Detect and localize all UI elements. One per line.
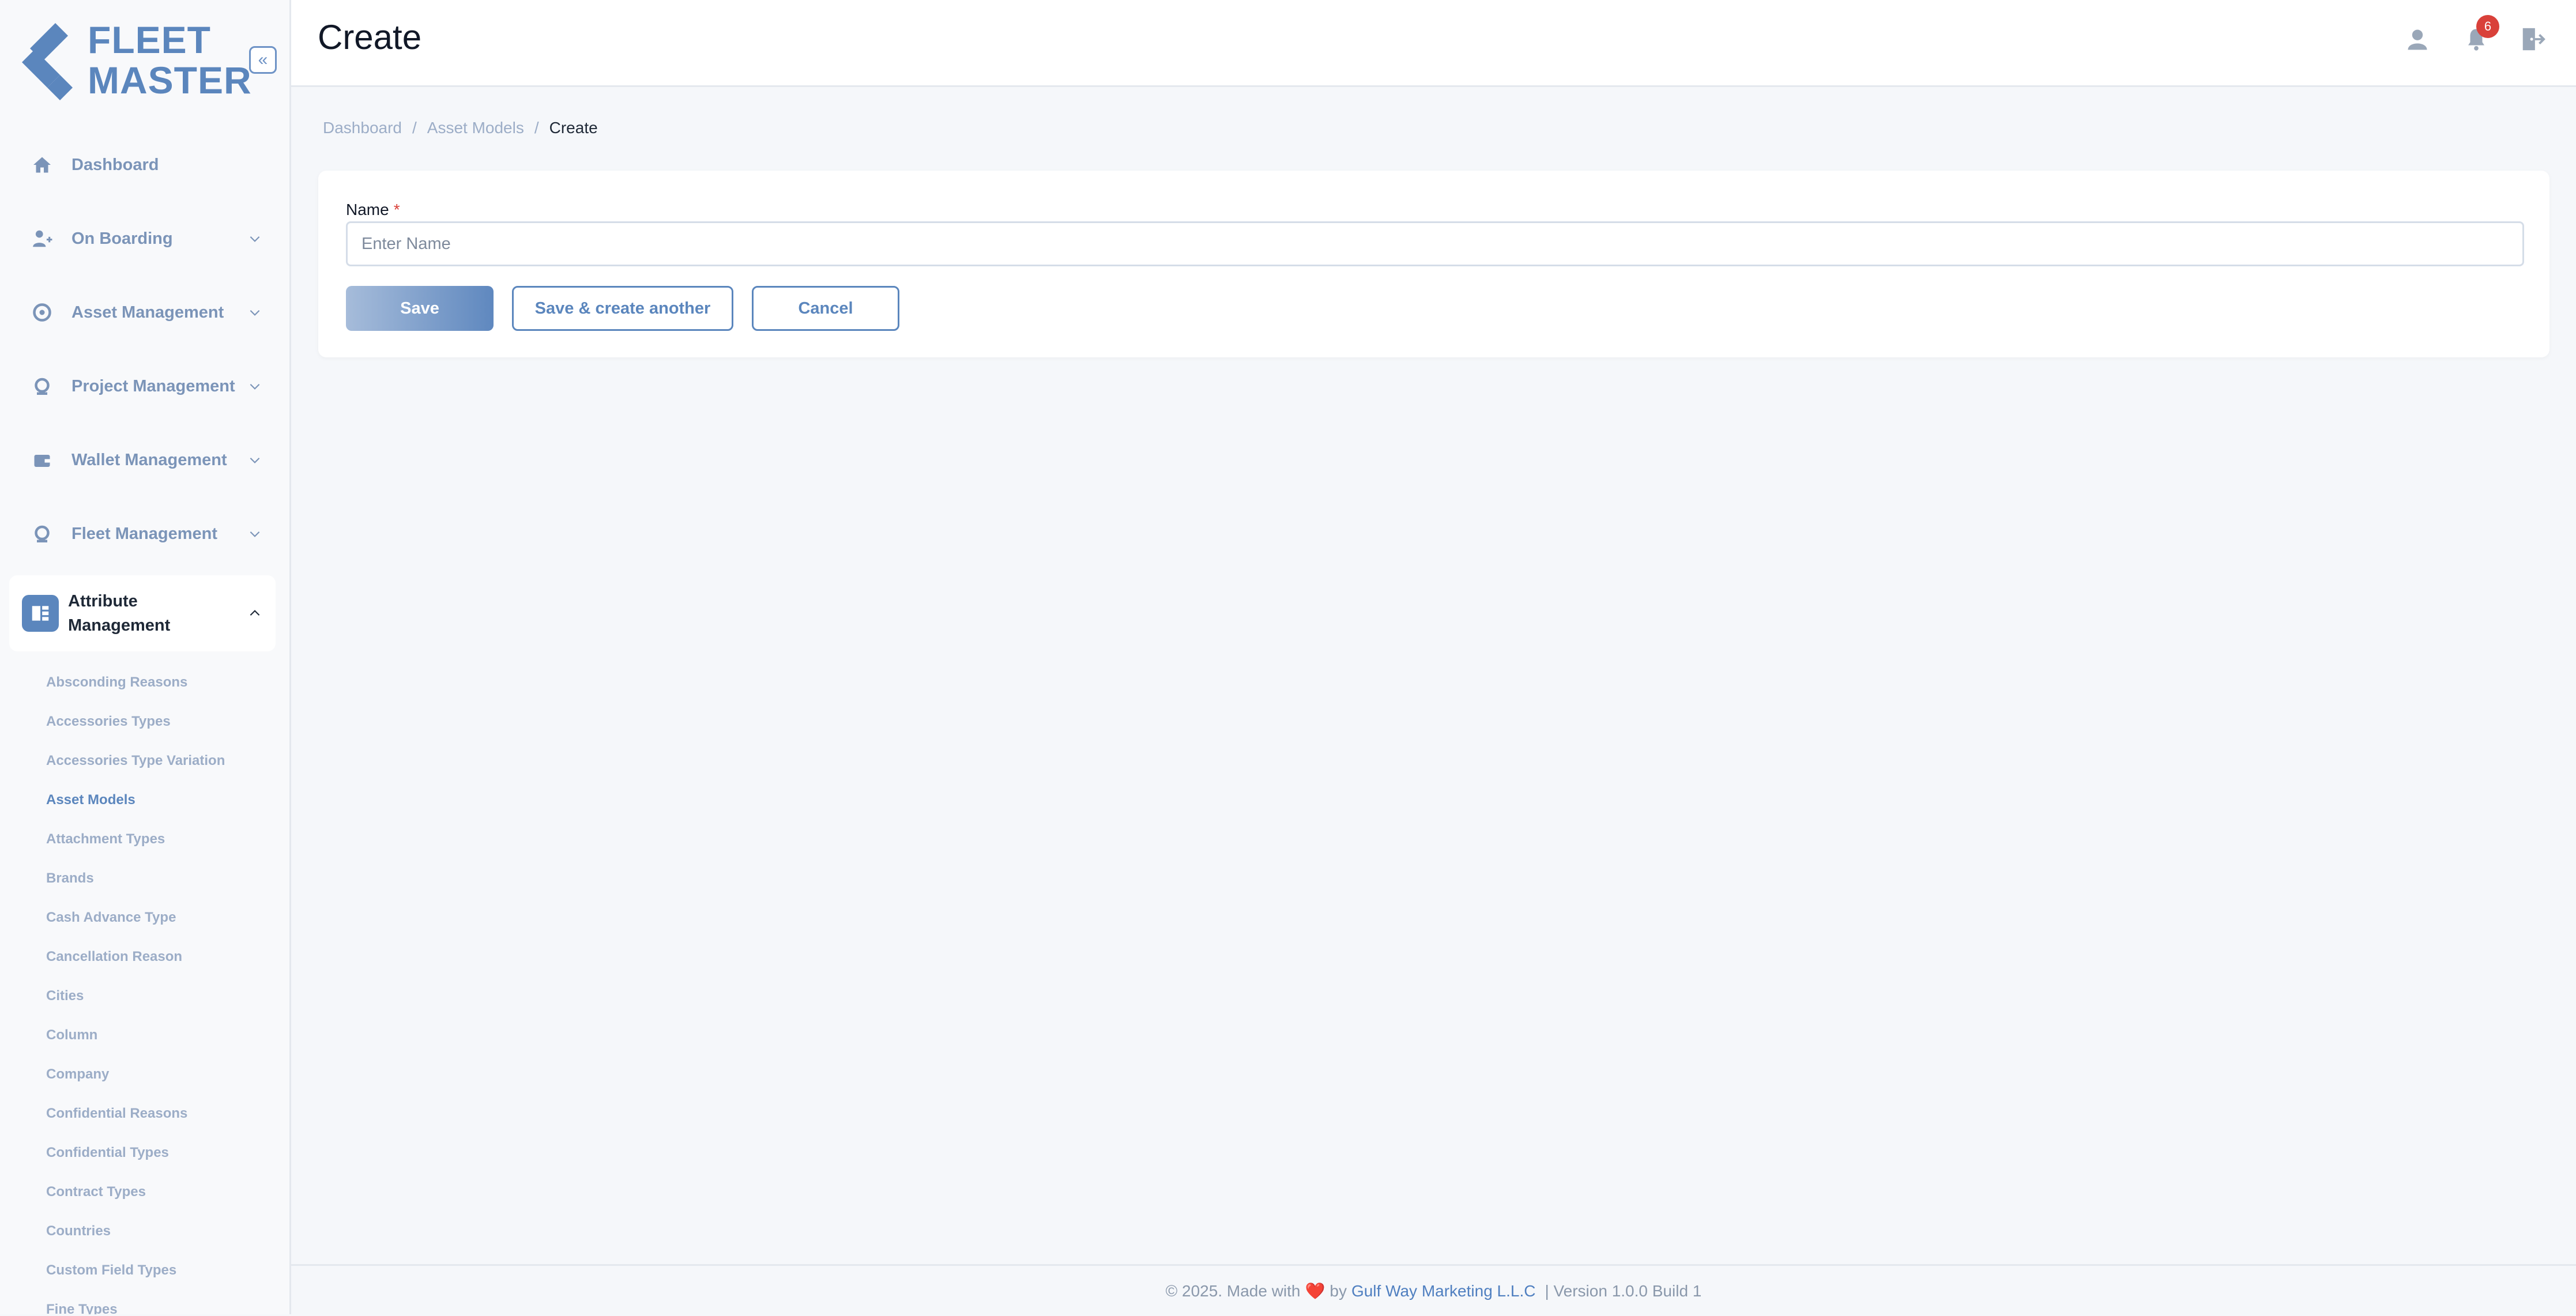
logo-text: FLEET MASTER [88, 21, 252, 101]
wallet-icon [22, 440, 62, 480]
sidebar-item-asset-management[interactable]: Asset Management [9, 278, 276, 347]
submenu-item-absconding-reasons[interactable]: Absconding Reasons [46, 663, 225, 702]
sidebar-item-wallet-management[interactable]: Wallet Management [9, 425, 276, 495]
home-icon [22, 145, 62, 185]
submenu-item-custom-field-types[interactable]: Custom Field Types [46, 1251, 225, 1290]
sidebar-item-label: Fleet Management [71, 524, 217, 543]
logo-icon [22, 23, 73, 100]
name-label-text: Name [346, 201, 389, 218]
breadcrumb-dashboard[interactable]: Dashboard [323, 119, 402, 137]
submenu-item-cancellation-reason[interactable]: Cancellation Reason [46, 937, 225, 976]
cancel-button[interactable]: Cancel [752, 286, 899, 331]
sidebar-item-dashboard[interactable]: Dashboard [9, 130, 276, 199]
breadcrumb-separator: / [412, 119, 417, 137]
submenu-item-contract-types[interactable]: Contract Types [46, 1172, 225, 1212]
save-button[interactable]: Save [346, 286, 494, 331]
submenu-item-accessories-types[interactable]: Accessories Types [46, 702, 225, 741]
chevrons-left-icon: « [258, 50, 268, 69]
submenu-item-brands[interactable]: Brands [46, 859, 225, 898]
name-field-label: Name * [346, 201, 400, 219]
footer-company-link[interactable]: Gulf Way Marketing L.L.C [1351, 1282, 1536, 1300]
submenu-item-attachment-types[interactable]: Attachment Types [46, 820, 225, 859]
breadcrumb: Dashboard / Asset Models / Create [323, 119, 598, 137]
chevron-down-icon [243, 301, 266, 324]
sidebar-item-label: Project Management [71, 376, 235, 395]
submenu-item-accessories-type-variation[interactable]: Accessories Type Variation [46, 741, 225, 780]
breadcrumb-asset-models[interactable]: Asset Models [427, 119, 524, 137]
footer-version: | Version 1.0.0 Build 1 [1545, 1281, 1702, 1300]
sidebar-item-label: Attribute Management [68, 592, 171, 635]
user-plus-icon [22, 218, 62, 259]
submenu-item-company[interactable]: Company [46, 1055, 225, 1094]
sidebar-item-project-management[interactable]: Project Management [9, 352, 276, 421]
create-form-card: Name* Save Save & create another Cancel [318, 171, 2549, 357]
logout-icon[interactable] [2515, 22, 2550, 56]
page-title: Create [318, 18, 422, 56]
sidebar-item-label: On Boarding [71, 229, 173, 248]
user-icon[interactable] [2400, 22, 2435, 56]
footer-copyright: © 2025. Made with [1165, 1281, 1301, 1300]
footer: © 2025. Made with ❤️ by Gulf Way Marketi… [291, 1264, 2576, 1316]
save-and-create-another-button[interactable]: Save & create another [512, 286, 733, 331]
top-header: Create 6 [291, 0, 2576, 87]
submenu-item-fine-types[interactable]: Fine Types [46, 1290, 225, 1314]
submenu-item-asset-models[interactable]: Asset Models [46, 780, 225, 820]
breadcrumb-current: Create [549, 119, 598, 137]
sidebar-item-label: Asset Management [71, 303, 224, 322]
logo-line-2: MASTER [88, 59, 252, 101]
notification-bell-icon[interactable]: 6 [2459, 15, 2499, 56]
chevron-down-icon [243, 227, 266, 250]
chevron-up-icon [243, 602, 266, 625]
project-icon [22, 366, 62, 406]
sidebar-item-on-boarding[interactable]: On Boarding [9, 204, 276, 273]
logo[interactable]: FLEET MASTER [22, 21, 251, 101]
breadcrumb-separator: / [534, 119, 539, 137]
sidebar-item-attribute-management[interactable]: Attribute Management [9, 575, 276, 651]
submenu-item-cash-advance-type[interactable]: Cash Advance Type [46, 898, 225, 937]
chevron-down-icon [243, 375, 266, 398]
submenu-item-column[interactable]: Column [46, 1016, 225, 1055]
fleet-icon [22, 514, 62, 554]
submenu-item-confidential-reasons[interactable]: Confidential Reasons [46, 1094, 225, 1133]
sidebar-item-fleet-management[interactable]: Fleet Management [9, 499, 276, 568]
notification-badge: 6 [2476, 15, 2499, 38]
chevron-down-icon [243, 448, 266, 472]
sidebar-item-label: Wallet Management [71, 450, 227, 469]
submenu-item-confidential-types[interactable]: Confidential Types [46, 1133, 225, 1172]
heart-icon: ❤️ [1305, 1282, 1325, 1300]
collapse-sidebar-button[interactable]: « [249, 46, 277, 74]
logo-line-1: FLEET [88, 18, 211, 61]
footer-by: by [1330, 1281, 1347, 1300]
attribute-submenu: Absconding Reasons Accessories Types Acc… [46, 663, 225, 1314]
required-asterisk: * [393, 201, 400, 218]
sidebar-item-label: Dashboard [71, 155, 159, 174]
sidebar: FLEET MASTER « Dashboard On Boarding Ass… [0, 0, 291, 1314]
chevron-down-icon [243, 522, 266, 545]
submenu-item-cities[interactable]: Cities [46, 976, 225, 1016]
attribute-icon [22, 595, 59, 632]
asset-icon [22, 292, 62, 333]
submenu-item-countries[interactable]: Countries [46, 1212, 225, 1251]
name-input[interactable] [346, 221, 2524, 266]
